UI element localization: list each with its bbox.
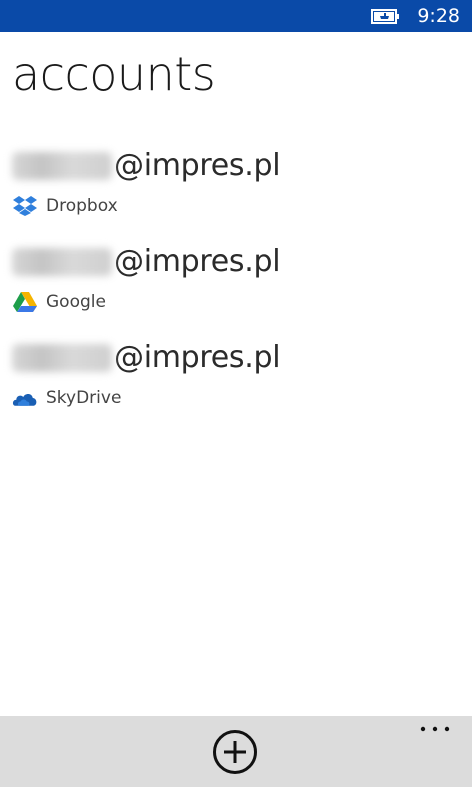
email-domain: @impres.pl [114, 340, 281, 375]
account-item-dropbox[interactable]: @impres.pl Dropbox [12, 146, 452, 230]
service-label: Dropbox [46, 196, 118, 216]
page-title: accounts [12, 47, 216, 101]
status-bar: 9:28 [0, 0, 472, 32]
email-username-redacted [12, 248, 112, 276]
dropbox-icon [13, 196, 37, 216]
account-item-google[interactable]: @impres.pl Google [12, 242, 452, 326]
google-drive-icon [13, 292, 37, 312]
service-row: Google [12, 290, 106, 314]
more-ellipsis-icon[interactable] [418, 722, 452, 736]
skydrive-icon [12, 393, 37, 406]
add-circle-icon[interactable] [212, 729, 258, 775]
app-bar [0, 716, 472, 787]
service-row: Dropbox [12, 194, 118, 218]
email-domain: @impres.pl [114, 148, 281, 183]
service-row: SkyDrive [12, 386, 121, 410]
account-email: @impres.pl [12, 146, 281, 186]
service-label: Google [46, 292, 106, 312]
email-username-redacted [12, 152, 112, 180]
account-email: @impres.pl [12, 338, 281, 378]
battery-charging-icon [371, 9, 399, 24]
service-label: SkyDrive [46, 388, 122, 408]
email-domain: @impres.pl [114, 244, 281, 279]
email-username-redacted [12, 344, 112, 372]
account-email: @impres.pl [12, 242, 281, 282]
status-time: 9:28 [417, 5, 460, 27]
account-item-skydrive[interactable]: @impres.pl SkyDrive [12, 338, 452, 422]
